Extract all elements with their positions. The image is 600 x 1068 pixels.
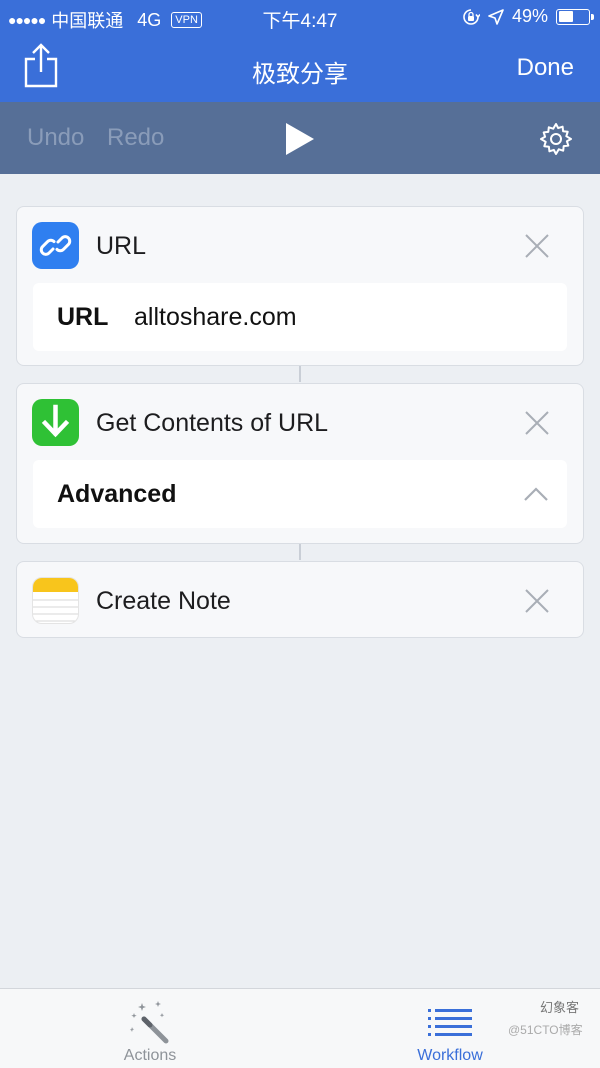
action-connector <box>299 366 301 382</box>
advanced-toggle[interactable]: Advanced <box>33 460 567 528</box>
action-card-header: Create Note <box>17 562 583 638</box>
status-bar: ●●●●● 中国联通 4G VPN 下午4:47 49% <box>0 0 600 34</box>
remove-action-button[interactable] <box>524 410 550 436</box>
watermark-bottom: @51CTO博客 <box>508 1023 583 1037</box>
remove-action-button[interactable] <box>524 588 550 614</box>
action-title: URL <box>96 232 147 260</box>
magic-wand-icon <box>129 1001 169 1044</box>
action-connector <box>299 544 301 560</box>
settings-button[interactable] <box>538 121 574 157</box>
action-card-get-contents[interactable]: Get Contents of URL Advanced <box>16 383 584 544</box>
redo-button[interactable]: Redo <box>107 124 164 152</box>
action-card-header: URL <box>17 207 583 283</box>
close-icon <box>525 234 549 258</box>
watermark: 幻象客 @51CTO博客 <box>508 1000 583 1038</box>
workflow-title[interactable]: 极致分享 <box>0 54 600 89</box>
status-right: 49% <box>462 6 594 27</box>
watermark-top: 幻象客 <box>540 1000 580 1015</box>
link-icon <box>32 222 79 269</box>
action-title: Create Note <box>96 587 231 615</box>
url-field-value[interactable]: alltoshare.com <box>134 303 297 332</box>
battery-level <box>558 11 573 22</box>
tab-workflow-label: Workflow <box>417 1047 483 1064</box>
done-button[interactable]: Done <box>517 54 574 82</box>
rotation-lock-icon <box>463 8 480 25</box>
advanced-label: Advanced <box>57 480 177 508</box>
run-button[interactable] <box>284 122 316 156</box>
close-icon <box>525 589 549 613</box>
battery-icon <box>556 8 594 25</box>
editor-toolbar: Undo Redo <box>0 102 600 174</box>
play-icon <box>286 123 314 155</box>
battery-percent: 49% <box>511 6 548 26</box>
location-icon <box>488 8 504 25</box>
action-card-url[interactable]: URL URL alltoshare.com <box>16 206 584 366</box>
action-card-header: Get Contents of URL <box>17 384 583 460</box>
tab-workflow[interactable]: Workflow <box>375 989 525 1068</box>
list-icon <box>428 1009 472 1036</box>
remove-action-button[interactable] <box>524 233 550 259</box>
chevron-up-icon <box>523 486 549 502</box>
gear-icon <box>540 123 572 155</box>
undo-button[interactable]: Undo <box>27 124 84 152</box>
notes-icon <box>32 577 79 624</box>
url-field[interactable]: URL alltoshare.com <box>33 283 567 351</box>
close-icon <box>525 411 549 435</box>
action-title: Get Contents of URL <box>96 409 329 437</box>
url-field-label: URL <box>57 303 109 331</box>
download-arrow-icon <box>32 399 79 446</box>
tab-actions-label: Actions <box>123 1047 177 1064</box>
action-card-create-note[interactable]: Create Note <box>16 561 584 638</box>
nav-bar: 极致分享 Done <box>0 34 600 102</box>
tab-actions[interactable]: Actions <box>75 989 225 1068</box>
